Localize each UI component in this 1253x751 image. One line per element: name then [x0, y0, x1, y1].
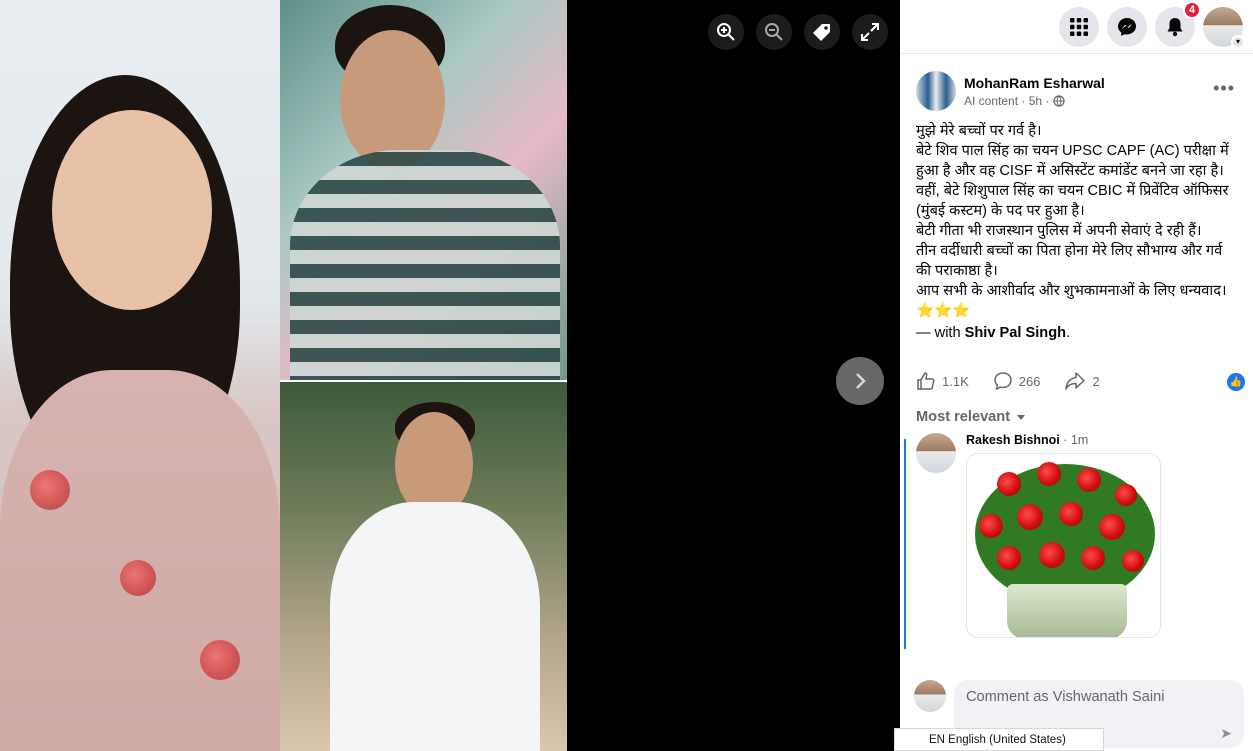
notifications-badge: 4 — [1183, 0, 1201, 19]
thumbs-up-icon — [917, 372, 935, 390]
chevron-down-icon: ▾ — [1231, 34, 1245, 49]
sticker-shape — [1077, 468, 1101, 492]
like-count: 1.1K — [942, 373, 969, 389]
post-line: मुझे मेरे बच्चों पर गर्व है। — [916, 123, 1042, 139]
tagged-with: — with Shiv Pal Singh. — [900, 321, 1253, 341]
comment-button[interactable]: 266 — [993, 371, 1041, 391]
messenger-button[interactable] — [1107, 6, 1147, 47]
commenter-name-link[interactable]: Rakesh Bishnoi — [966, 433, 1060, 447]
sticker-shape — [1017, 504, 1043, 530]
bell-icon — [1167, 17, 1183, 36]
comment-sort-dropdown[interactable]: Most relevant — [900, 391, 1253, 425]
photo-shape — [200, 640, 240, 680]
sticker-shape — [1037, 462, 1061, 486]
more-options-icon[interactable]: ••• — [1213, 78, 1235, 99]
tag-icon[interactable] — [804, 14, 840, 50]
sticker-shape — [1081, 546, 1105, 570]
reaction-bar: 1.1K 266 2 👍 — [900, 341, 1253, 391]
share-icon — [1065, 372, 1086, 390]
sticker-shape — [997, 546, 1021, 570]
viewer-toolbar — [708, 14, 888, 50]
sticker-shape — [1115, 484, 1137, 506]
top-navigation: 4 ▾ — [900, 0, 1253, 54]
with-prefix: — with — [916, 325, 965, 341]
comment-placeholder: Comment as Vishwanath Saini — [966, 689, 1165, 705]
sticker-shape — [1099, 514, 1125, 540]
photo-shape — [340, 30, 445, 170]
notifications-button[interactable]: 4 — [1155, 0, 1201, 47]
post-line: तीन वर्दीधारी बच्चों का पिता होना मेरे ल… — [916, 243, 1227, 279]
comment-count: 266 — [1018, 373, 1041, 389]
sticker-shape — [1039, 542, 1065, 568]
photo-shape — [30, 470, 70, 510]
photo-man-checked-shirt[interactable] — [280, 0, 567, 380]
photo-shape — [330, 502, 540, 751]
menu-button[interactable] — [1059, 6, 1099, 47]
like-button[interactable]: 1.1K — [916, 371, 969, 391]
globe-icon — [1053, 94, 1065, 107]
sticker-shape — [979, 514, 1003, 538]
share-button[interactable]: 2 — [1064, 371, 1100, 391]
send-icon[interactable]: ➤ — [1220, 725, 1232, 742]
zoom-out-icon[interactable] — [756, 14, 792, 50]
post-header: MohanRam Esharwal AI content · 5h · ••• — [900, 54, 1253, 111]
comment-item: Rakesh Bishnoi · 1m — [900, 433, 1253, 649]
commenter-avatar[interactable] — [916, 433, 956, 473]
photo-viewer — [0, 0, 900, 751]
photo-man-white-shirt[interactable] — [280, 382, 567, 751]
sticker-shape — [997, 472, 1021, 496]
photo-shape — [290, 150, 560, 380]
author-avatar[interactable] — [916, 71, 956, 111]
account-button[interactable]: ▾ — [1203, 6, 1245, 49]
commenter-name: Rakesh Bishnoi · 1m — [966, 433, 1089, 447]
tagged-person-link[interactable]: Shiv Pal Singh — [965, 325, 1066, 341]
comment-time[interactable]: 1m — [1071, 433, 1088, 447]
post-panel: 4 ▾ MohanRam Esharwal AI content · 5h · … — [900, 0, 1253, 751]
rose-sticker[interactable] — [966, 453, 1161, 638]
author-name[interactable]: MohanRam Esharwal — [964, 75, 1105, 91]
next-photo-button[interactable] — [836, 357, 884, 405]
like-reaction-icon: 👍 — [1227, 373, 1245, 391]
sticker-shape — [1122, 550, 1144, 572]
thread-line — [904, 439, 906, 649]
zoom-in-icon[interactable] — [708, 14, 744, 50]
photo-shape — [120, 560, 156, 596]
sticker-shape — [1059, 502, 1083, 526]
current-user-avatar[interactable] — [914, 680, 946, 712]
post-line: वहीं, बेटे शिशुपाल सिंह का चयन CBIC में … — [916, 183, 1233, 219]
share-count: 2 — [1092, 373, 1100, 389]
caret-down-icon — [1017, 415, 1026, 420]
post-line: बेटे शिव पाल सिंह का चयन UPSC CAPF (AC) … — [916, 143, 1233, 179]
post-body: मुझे मेरे बच्चों पर गर्व है। बेटे शिव पा… — [900, 111, 1253, 321]
language-indicator[interactable]: EN English (United States) — [894, 728, 1104, 751]
with-suffix: . — [1066, 325, 1071, 341]
sort-label: Most relevant — [916, 409, 1011, 425]
grid-icon — [1070, 17, 1088, 36]
post-line: आप सभी के आशीर्वाद और शुभकामनाओं के लिए … — [916, 283, 1227, 319]
comment-icon — [993, 372, 1012, 391]
post-meta: AI content · 5h · — [964, 94, 1105, 108]
photo-shape — [52, 110, 212, 310]
messenger-icon — [1118, 17, 1136, 36]
photo-woman[interactable] — [0, 0, 280, 751]
chevron-right-icon — [856, 373, 866, 389]
post-meta-text: AI content · 5h · — [964, 93, 1053, 108]
fullscreen-icon[interactable] — [852, 14, 888, 50]
post-line: बेटी गीता भी राजस्थान पुलिस में अपनी सेव… — [916, 223, 1202, 239]
sticker-pot — [1007, 584, 1127, 637]
